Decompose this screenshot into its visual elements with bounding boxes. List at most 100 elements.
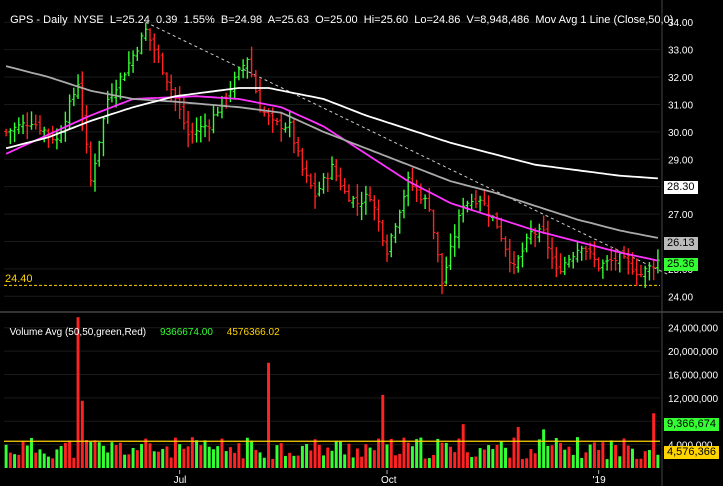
price-bar xyxy=(626,248,631,275)
volume-bar xyxy=(110,442,114,468)
price-bar xyxy=(198,115,203,143)
volume-bar xyxy=(322,455,326,468)
volume-value: 9366674.00 xyxy=(160,327,213,338)
price-bar xyxy=(511,251,516,275)
price-bar xyxy=(647,262,652,281)
price-bar xyxy=(499,217,504,242)
volume-bar xyxy=(233,452,237,468)
volume-bar xyxy=(156,451,160,468)
price-bar xyxy=(456,209,461,249)
x-axis: Jul Oct '19 xyxy=(174,470,606,486)
volume-bar xyxy=(207,446,211,468)
volume-bar xyxy=(381,394,385,468)
price-bar xyxy=(186,110,191,148)
price-bar xyxy=(380,219,385,247)
volume-bar xyxy=(203,440,207,468)
volume-bar xyxy=(546,445,550,468)
volume-bar xyxy=(85,439,89,468)
price-bar xyxy=(507,238,512,273)
volume-bar xyxy=(123,454,127,468)
volume-bar xyxy=(127,454,131,468)
volume-bar xyxy=(4,444,8,468)
price-tick-label: 24.00 xyxy=(668,292,693,303)
volume-bar xyxy=(114,445,118,468)
price-bar xyxy=(520,242,525,268)
price-bar xyxy=(114,79,119,108)
price-bar xyxy=(435,231,440,263)
volume-bar xyxy=(385,444,389,468)
volume-bar xyxy=(241,458,245,468)
volume-bar xyxy=(195,440,199,468)
volume-bar xyxy=(173,437,177,468)
price-bar xyxy=(638,264,643,278)
volume-bar xyxy=(635,458,639,468)
last-price: L=25.24 xyxy=(109,14,150,26)
change-pct: 1.55% xyxy=(183,14,215,26)
volume-bar xyxy=(419,437,423,468)
volume-bar xyxy=(38,449,42,468)
change: 0.39 xyxy=(156,14,178,26)
volume-bar xyxy=(592,442,596,468)
price-bar xyxy=(304,160,309,184)
volume-study-label: Volume Avg (50,50,green,Red) xyxy=(9,327,147,338)
volume-bar xyxy=(482,449,486,468)
volume-bar xyxy=(508,457,512,468)
price-bar xyxy=(88,141,93,187)
volume-bar xyxy=(537,439,541,468)
volume-bar xyxy=(245,437,249,468)
study-label: Mov Avg 1 Line (Close,50,0) xyxy=(535,14,674,26)
volume-header: Volume Avg (50,50,green,Red) 9366674.00 … xyxy=(4,316,280,338)
volume-bar xyxy=(504,447,508,468)
volume-bar xyxy=(212,449,215,468)
volume-bar xyxy=(68,440,72,468)
price-bar xyxy=(634,258,639,286)
price-bar xyxy=(579,245,584,261)
volume-bar xyxy=(42,453,46,468)
volume-bar xyxy=(347,443,351,468)
price-bar xyxy=(469,193,474,210)
volume-tick-label: 20,000,000 xyxy=(668,347,718,358)
volume-bar xyxy=(334,440,338,468)
volume-bar xyxy=(309,450,313,468)
volume-bar xyxy=(444,442,448,468)
volume-bar xyxy=(453,452,457,468)
volume-bar xyxy=(13,454,17,468)
price-bar xyxy=(351,195,356,208)
price-bar xyxy=(583,245,588,261)
last-price-tag: 25.36 xyxy=(664,258,698,271)
volume-avg-tag: 4,576,366 xyxy=(664,446,719,459)
volume-bar xyxy=(140,444,144,468)
price-bar xyxy=(503,236,508,257)
volume-bar xyxy=(305,444,309,468)
volume-bar xyxy=(449,446,452,468)
volume-bar xyxy=(169,457,173,468)
volume-bar xyxy=(470,456,474,468)
period: Daily xyxy=(43,14,68,26)
volume-bar xyxy=(300,445,304,468)
price-bar xyxy=(524,233,529,253)
price-bar xyxy=(605,255,610,271)
volume-bar xyxy=(186,446,190,468)
support-label: 24.40 xyxy=(5,273,33,285)
volume-tick-label: 16,000,000 xyxy=(668,370,718,381)
volume-bar xyxy=(148,443,152,468)
volume-bar xyxy=(520,459,524,468)
price-bar xyxy=(465,200,470,213)
price-bar xyxy=(317,181,322,197)
price-bar xyxy=(423,194,428,210)
price-bar xyxy=(554,247,559,278)
price-bar xyxy=(393,223,398,244)
volume-bar xyxy=(487,445,491,468)
volume-bar xyxy=(643,451,647,468)
volume-bar xyxy=(30,438,33,468)
price-bar xyxy=(368,186,373,202)
volume-bar xyxy=(605,459,609,468)
volume-bar xyxy=(601,442,605,468)
price-bar xyxy=(207,119,212,142)
volume-bar xyxy=(80,400,84,468)
price-bar xyxy=(482,188,487,206)
price-bar xyxy=(279,111,284,142)
volume-bar xyxy=(525,458,529,468)
volume-bar xyxy=(250,440,254,468)
volume-bar xyxy=(8,452,12,468)
